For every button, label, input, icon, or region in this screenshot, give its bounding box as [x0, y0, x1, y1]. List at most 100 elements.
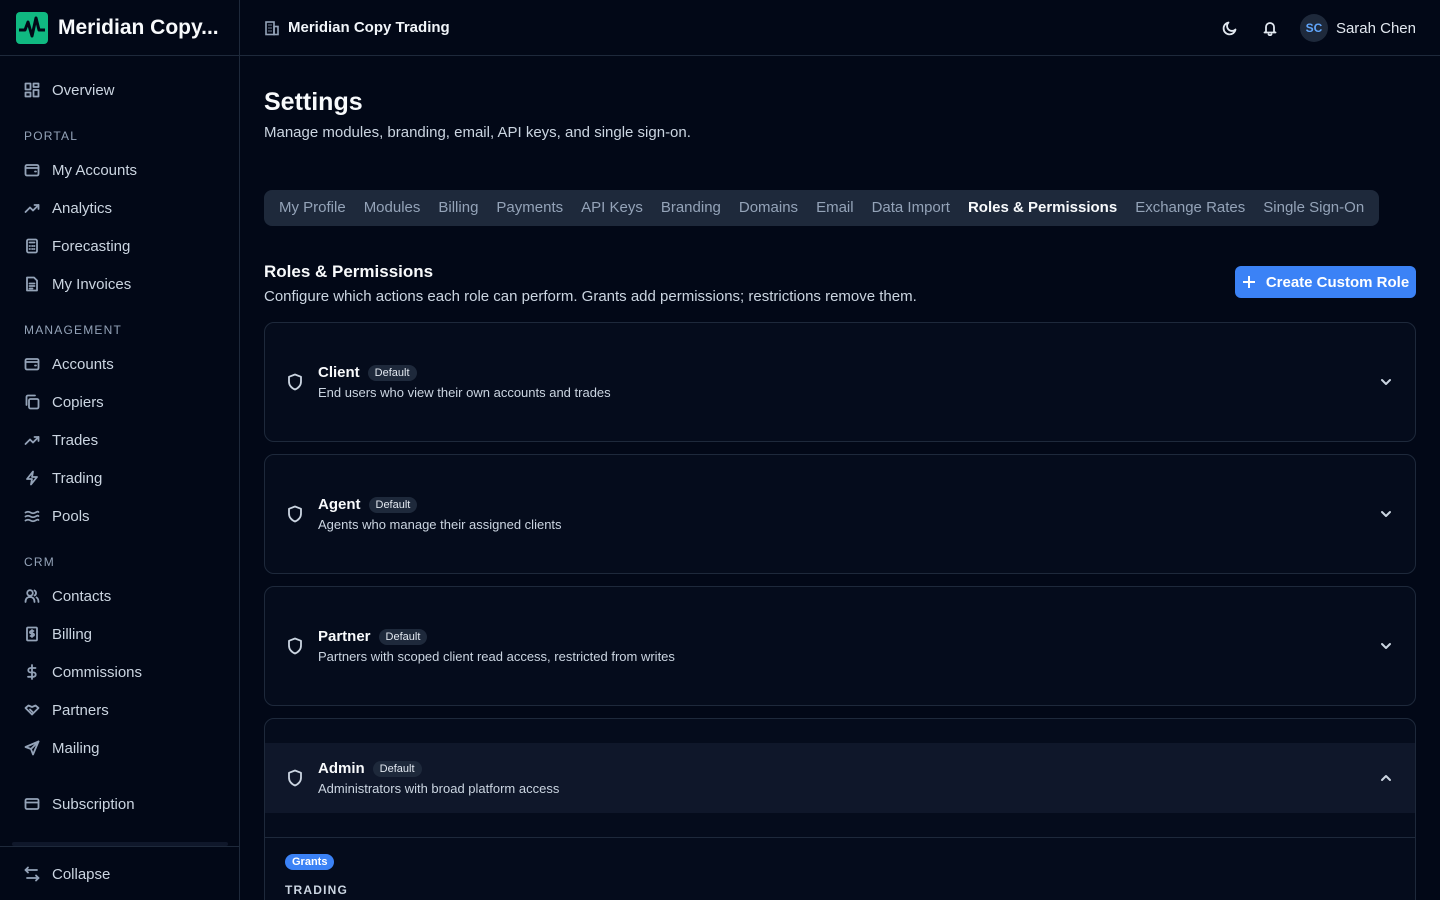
dollar-icon — [27, 664, 37, 680]
topbar-actions: SC Sarah Chen — [1206, 0, 1416, 56]
role-line: Agent Default — [318, 496, 562, 513]
role-description: Partners with scoped client read access,… — [318, 649, 675, 664]
sidebar-item-analytics[interactable]: Analytics — [12, 191, 227, 225]
section-label-crm: CRM — [24, 555, 55, 569]
dashboard-icon — [24, 82, 40, 98]
topbar: Meridian Copy Trading SC Sarah Chen — [240, 0, 1440, 56]
sidebar-item-commissions[interactable]: Commissions — [12, 655, 227, 689]
tab-my-profile[interactable]: My Profile — [273, 194, 352, 222]
sidebar-item-my-invoices[interactable]: My Invoices — [12, 267, 227, 301]
sidebar-item-label: Accounts — [52, 355, 114, 373]
tab-roles-permissions[interactable]: Roles & Permissions — [962, 194, 1123, 222]
tab-modules[interactable]: Modules — [358, 194, 427, 222]
theme-toggle-button[interactable] — [1214, 12, 1246, 44]
tab-branding[interactable]: Branding — [655, 194, 727, 222]
role-name: Client — [318, 364, 360, 381]
file-text-icon — [26, 276, 38, 292]
sidebar-item-label: Subscription — [52, 795, 135, 813]
role-line: Admin Default — [318, 760, 559, 777]
user-name: Sarah Chen — [1335, 19, 1416, 37]
default-badge: Default — [378, 628, 428, 645]
sidebar-item-label: Forecasting — [52, 237, 131, 255]
sidebar-item-label: Copiers — [52, 393, 104, 411]
sidebar-item-label: Contacts — [52, 587, 112, 605]
sidebar-item-subscription[interactable]: Subscription — [12, 787, 227, 821]
divider — [265, 837, 1415, 838]
moon-icon — [1222, 21, 1237, 36]
sidebar-item-trading[interactable]: Trading — [12, 461, 227, 495]
section-label-management: MANAGEMENT — [24, 323, 123, 337]
zap-icon — [26, 470, 38, 486]
sidebar-item-label: My Invoices — [52, 275, 132, 293]
sidebar-item-partners[interactable]: Partners — [12, 693, 227, 727]
role-card-admin: Admin Default Administrators with broad … — [264, 718, 1416, 900]
shield-icon — [288, 637, 302, 655]
role-header-client[interactable]: Client Default End users who view their … — [265, 347, 1415, 417]
main-content: Settings Manage modules, branding, email… — [240, 56, 1440, 900]
send-icon — [24, 740, 40, 756]
sidebar-item-contacts[interactable]: Contacts — [12, 579, 227, 613]
avatar: SC — [1299, 14, 1328, 42]
tab-email[interactable]: Email — [810, 194, 860, 222]
collapse-button[interactable]: Collapse — [12, 857, 227, 891]
default-badge: Default — [367, 364, 417, 381]
role-text: Admin Default Administrators with broad … — [318, 760, 559, 796]
tab-domains[interactable]: Domains — [733, 194, 804, 222]
tab-exchange-rates[interactable]: Exchange Rates — [1129, 194, 1251, 222]
role-description: Administrators with broad platform acces… — [318, 781, 560, 796]
permission-group-label: TRADING — [285, 883, 349, 897]
tab-billing[interactable]: Billing — [432, 194, 484, 222]
role-name: Partner — [318, 628, 371, 645]
chevron-up-icon — [1381, 775, 1391, 781]
user-menu[interactable]: SC Sarah Chen — [1299, 14, 1416, 42]
tab-data-import[interactable]: Data Import — [866, 194, 956, 222]
sidebar-item-accounts[interactable]: Accounts — [12, 347, 227, 381]
sidebar: Meridian Copy... Overview PORTAL My Acco… — [0, 0, 240, 900]
shield-icon — [288, 505, 302, 523]
section-label-portal: PORTAL — [24, 129, 79, 143]
handshake-icon — [24, 704, 40, 716]
brand[interactable]: Meridian Copy... — [0, 0, 239, 56]
sidebar-item-my-accounts[interactable]: My Accounts — [12, 153, 227, 187]
sidebar-item-label: Mailing — [52, 739, 100, 757]
sidebar-item-forecasting[interactable]: Forecasting — [12, 229, 227, 263]
role-text: Client Default End users who view their … — [318, 364, 611, 400]
shield-icon — [288, 769, 302, 787]
sidebar-item-label: Trades — [52, 431, 99, 449]
role-line: Partner Default — [318, 628, 675, 645]
tab-payments[interactable]: Payments — [490, 194, 569, 222]
role-card-partner: Partner Default Partners with scoped cli… — [264, 586, 1416, 706]
wallet-icon — [24, 164, 40, 177]
tab-single-sign-on[interactable]: Single Sign-On — [1257, 194, 1370, 222]
sidebar-item-label: Pools — [52, 507, 90, 525]
sidebar-item-mailing[interactable]: Mailing — [12, 731, 227, 765]
role-header-partner[interactable]: Partner Default Partners with scoped cli… — [265, 611, 1415, 681]
brand-logo-icon — [16, 11, 48, 44]
role-line: Client Default — [318, 364, 611, 381]
role-name: Admin — [318, 760, 365, 777]
section-title: Roles & Permissions — [264, 262, 434, 281]
waves-icon — [24, 510, 40, 523]
role-header-admin[interactable]: Admin Default Administrators with broad … — [265, 743, 1415, 813]
sidebar-item-label: Partners — [52, 701, 109, 719]
sidebar-item-pools[interactable]: Pools — [12, 499, 227, 533]
notifications-button[interactable] — [1254, 12, 1286, 44]
wallet-icon — [24, 358, 40, 371]
copy-icon — [25, 394, 40, 410]
org-switcher[interactable]: Meridian Copy Trading — [264, 19, 450, 36]
sidebar-item-overview[interactable]: Overview — [12, 73, 227, 107]
tab-api-keys[interactable]: API Keys — [575, 194, 649, 222]
collapse-bar: Collapse — [0, 846, 239, 900]
role-description: End users who view their own accounts an… — [318, 385, 611, 400]
create-custom-role-label: Create Custom Role — [1265, 273, 1410, 291]
sidebar-item-copiers[interactable]: Copiers — [12, 385, 227, 419]
sidebar-item-trades[interactable]: Trades — [12, 423, 227, 457]
org-name: Meridian Copy Trading — [288, 19, 450, 36]
create-custom-role-button[interactable]: Create Custom Role — [1235, 266, 1416, 298]
role-header-agent[interactable]: Agent Default Agents who manage their as… — [265, 479, 1415, 549]
users-icon — [24, 589, 40, 603]
sidebar-item-label: Overview — [52, 81, 115, 99]
sidebar-item-billing[interactable]: Billing — [12, 617, 227, 651]
role-text: Partner Default Partners with scoped cli… — [318, 628, 675, 664]
default-badge: Default — [372, 760, 422, 777]
